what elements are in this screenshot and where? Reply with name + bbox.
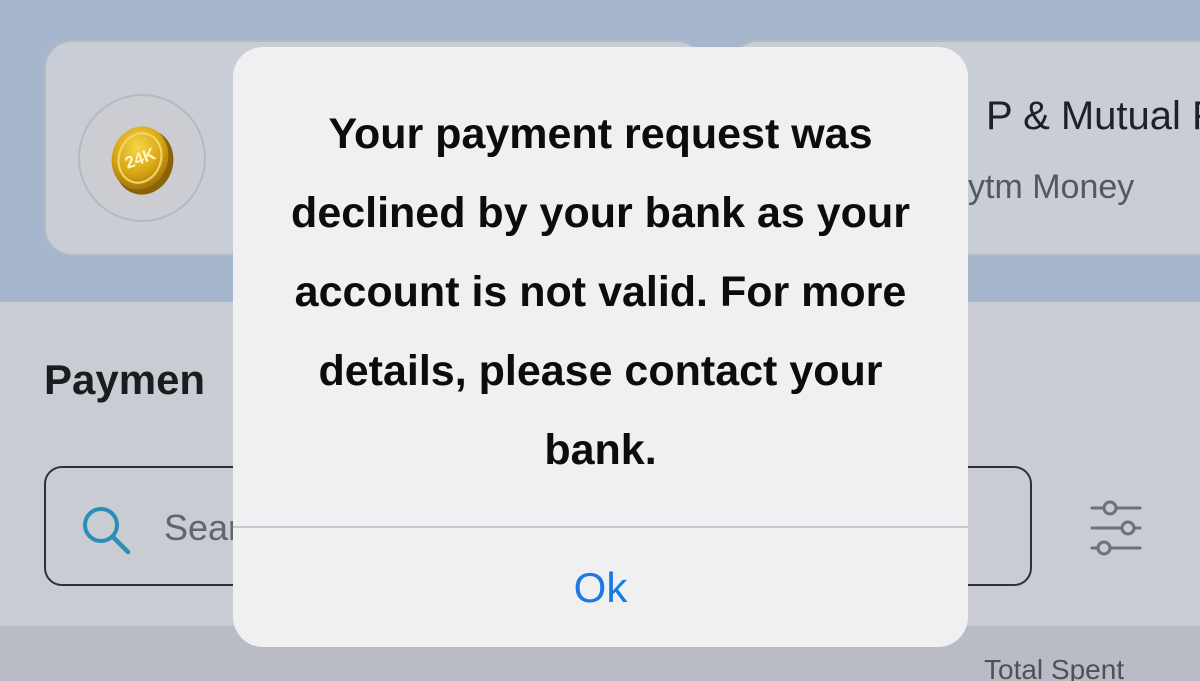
total-spent-label: Total Spent: [984, 654, 1125, 681]
ok-button[interactable]: Ok: [233, 528, 968, 647]
sip-card-title: P & Mutual F: [986, 94, 1200, 138]
sip-card-subtitle: ytm Money: [968, 168, 1135, 206]
section-title: Paymen: [44, 356, 206, 403]
gold-coin-icon: 24K: [78, 94, 206, 222]
search-icon: [83, 507, 131, 555]
screen: 24K P & Mutual F ytm Money Paymen Total …: [0, 0, 1200, 681]
alert-dialog: Your payment request was declined by you…: [233, 47, 968, 647]
sliders-icon[interactable]: [1088, 498, 1144, 558]
alert-message: Your payment request was declined by you…: [291, 110, 910, 474]
